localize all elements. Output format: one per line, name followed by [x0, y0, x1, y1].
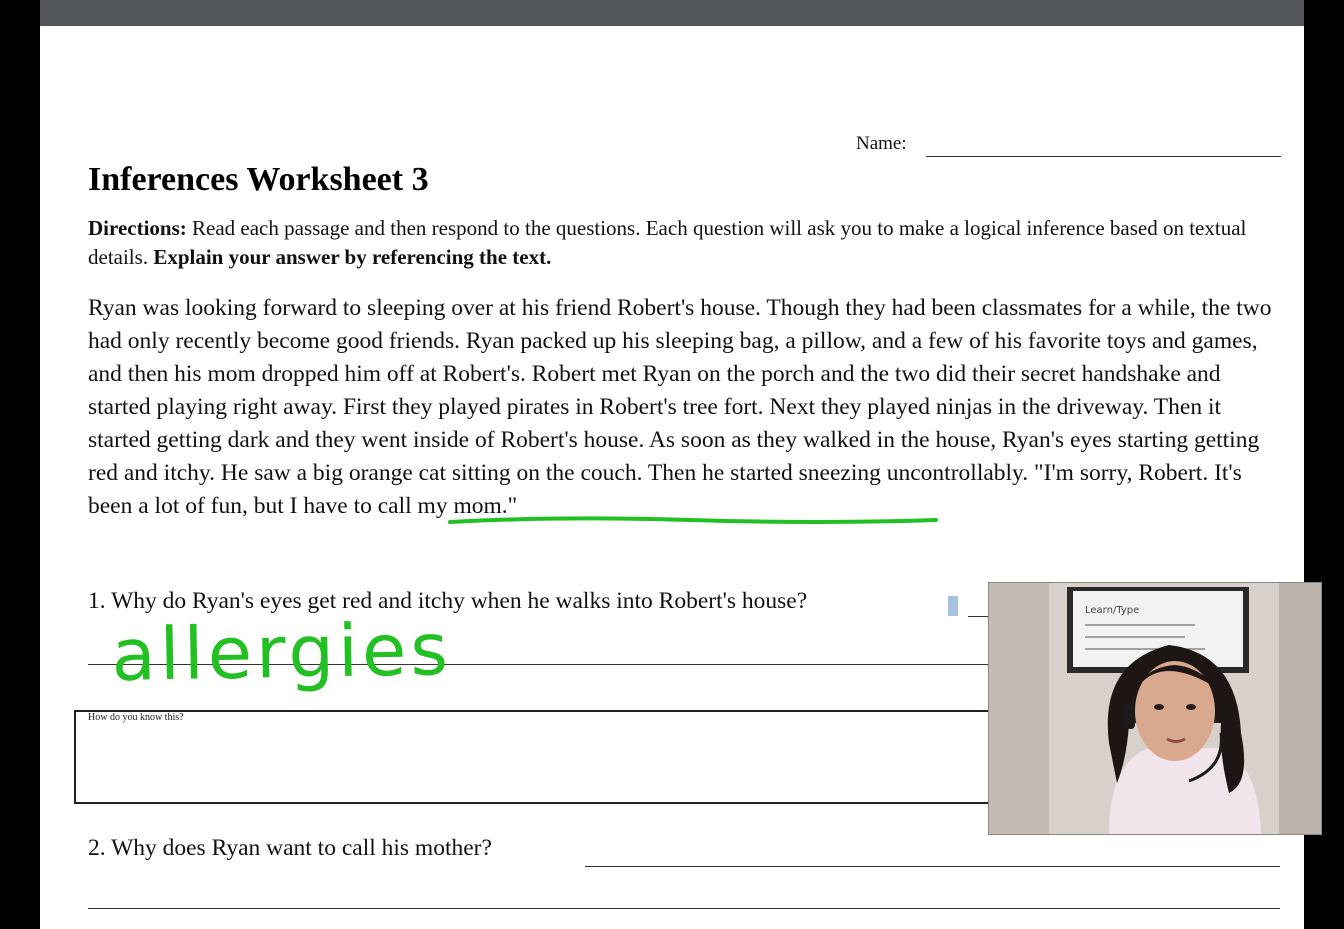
- whiteboard-text: Learn/Type: [1085, 605, 1139, 616]
- name-field-line[interactable]: [926, 156, 1281, 157]
- reading-passage: Ryan was looking forward to sleeping ove…: [88, 292, 1278, 523]
- evidence-box[interactable]: How do you know this?: [74, 710, 998, 804]
- question-1: 1. Why do Ryan's eyes get red and itchy …: [88, 588, 808, 614]
- answer-line-2a[interactable]: [585, 866, 1280, 867]
- directions-label: Directions:: [88, 216, 187, 240]
- evidence-prompt: How do you know this?: [88, 712, 184, 723]
- question-2: 2. Why does Ryan want to call his mother…: [88, 835, 492, 861]
- webcam-overlay[interactable]: Learn/Type: [988, 582, 1322, 835]
- page-title: Inferences Worksheet 3: [88, 161, 429, 198]
- passage-underlined-evidence: saw a big orange cat sitting on the couc…: [254, 460, 643, 486]
- directions: Directions: Read each passage and then r…: [88, 214, 1268, 272]
- name-label: Name:: [856, 133, 907, 154]
- directions-emphasis: Explain your answer by referencing the t…: [153, 245, 552, 269]
- answer-line-2b[interactable]: [88, 908, 1280, 909]
- viewer-toolbar: [40, 0, 1304, 26]
- passage-text: Ryan was looking forward to sleeping ove…: [88, 295, 1272, 486]
- webcam-feed: Learn/Type: [989, 583, 1321, 834]
